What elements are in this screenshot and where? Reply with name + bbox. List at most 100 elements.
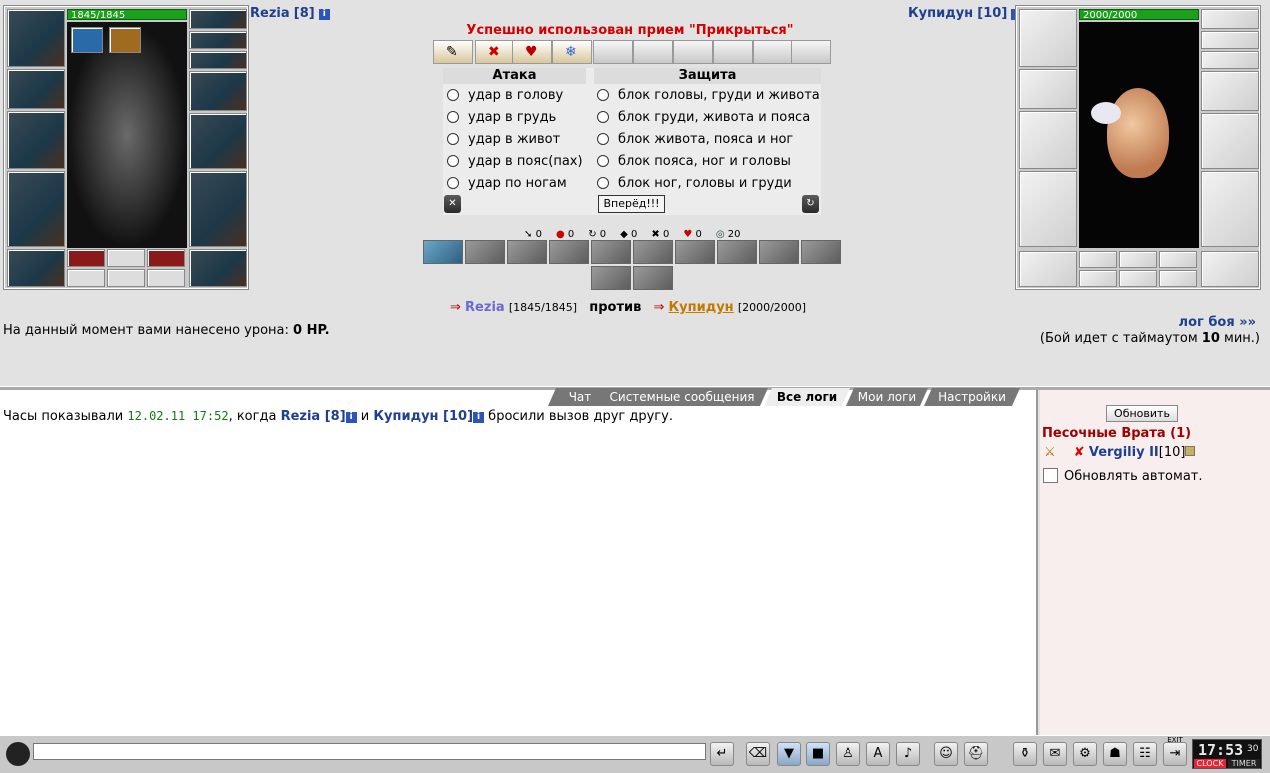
skill-icon[interactable] (633, 240, 673, 264)
potion-slot[interactable] (147, 249, 185, 267)
earring-slot[interactable] (189, 9, 247, 29)
helmet-slot[interactable] (7, 9, 65, 67)
radio-button[interactable] (597, 111, 609, 123)
attack-option[interactable]: удар по ногам (447, 174, 567, 194)
empty-scroll[interactable] (593, 40, 633, 64)
empty-slot[interactable] (67, 269, 105, 287)
info-icon[interactable]: i (473, 412, 485, 423)
user-name[interactable]: Vergiliy II (1089, 445, 1159, 460)
person-icon[interactable]: ♙ (836, 742, 860, 766)
font-icon[interactable]: A (866, 742, 890, 766)
defense-option[interactable]: блок ног, головы и груди (597, 174, 792, 194)
technique-scroll[interactable]: ❄ (552, 40, 592, 64)
gloves-slot[interactable] (1201, 71, 1259, 111)
boots-slot[interactable] (1201, 251, 1259, 287)
rings-slot[interactable] (1201, 51, 1259, 69)
enter-icon[interactable]: ↵ (710, 742, 734, 766)
sound-icon[interactable]: ♪ (896, 742, 920, 766)
info-icon[interactable] (1185, 446, 1196, 456)
rings-slot[interactable] (189, 51, 247, 69)
defense-option[interactable]: блок головы, груди и живота (597, 86, 820, 106)
clan-icon[interactable]: ⚙ (1073, 742, 1097, 766)
weapon-slot[interactable] (7, 111, 65, 169)
helmet-slot[interactable] (1019, 9, 1077, 67)
attack-option[interactable]: удар в голову (447, 86, 563, 106)
refresh-icon[interactable]: ↻ (802, 195, 819, 213)
radio-button[interactable] (447, 177, 459, 189)
radio-button[interactable] (597, 133, 609, 145)
filter-icon[interactable]: ▼ (777, 742, 801, 766)
auto-refresh-checkbox[interactable] (1043, 468, 1058, 483)
sword-icon[interactable]: ⚔ (1044, 445, 1056, 460)
potion-slot[interactable] (67, 249, 105, 267)
auto-refresh-row[interactable]: Обновлять автомат. (1043, 468, 1203, 484)
skill-icon[interactable] (591, 240, 631, 264)
radio-button[interactable] (447, 111, 459, 123)
radio-button[interactable] (597, 155, 609, 167)
empty-slot[interactable] (1159, 251, 1197, 268)
helmet-icon[interactable]: ⛑ (964, 742, 988, 766)
cancel-icon[interactable]: ✕ (444, 195, 461, 213)
armor-slot[interactable] (7, 171, 65, 247)
leggings-slot[interactable] (1201, 171, 1259, 247)
bracers-slot[interactable] (1019, 69, 1077, 109)
opponent-name[interactable]: Купидун (908, 6, 973, 21)
leggings-slot[interactable] (189, 171, 247, 247)
opponent-avatar[interactable] (1079, 22, 1199, 248)
earring-slot[interactable] (1201, 9, 1259, 29)
boots-slot[interactable] (189, 249, 247, 287)
abilities-icon[interactable]: ☗ (1103, 742, 1127, 766)
player-name[interactable]: Rezia (250, 6, 290, 21)
technique-scroll[interactable]: ✖ (475, 40, 515, 64)
gear-icon[interactable] (6, 742, 30, 766)
empty-scroll[interactable] (753, 40, 793, 64)
belt-slot[interactable] (1019, 251, 1077, 287)
buff-icon[interactable] (109, 27, 141, 53)
player-link[interactable]: Rezia (465, 300, 505, 315)
tab-my-logs[interactable]: Мои логи (846, 388, 928, 406)
empty-slot[interactable] (147, 269, 185, 287)
log-player[interactable]: Rezia [8] (281, 409, 346, 424)
radio-button[interactable] (597, 177, 609, 189)
defense-option[interactable]: блок груди, живота и пояса (597, 108, 810, 128)
skill-icon[interactable] (423, 240, 463, 264)
armor-slot[interactable] (1019, 171, 1077, 247)
defense-option[interactable]: блок пояса, ног и головы (597, 152, 791, 172)
amulet-slot[interactable] (189, 31, 247, 49)
exit-icon[interactable]: EXIT ⇥ (1163, 736, 1187, 766)
attack-cross-icon[interactable]: ✘ (1074, 445, 1085, 460)
skill-icon[interactable] (675, 240, 715, 264)
player-avatar[interactable] (67, 22, 187, 248)
radio-button[interactable] (447, 89, 459, 101)
skill-icon[interactable] (717, 240, 757, 264)
bracers-slot[interactable] (7, 69, 65, 109)
skill-icon[interactable] (759, 240, 799, 264)
skill-icon[interactable] (801, 240, 841, 264)
attack-option[interactable]: удар в живот (447, 130, 560, 150)
clock-label[interactable]: CLOCK (1194, 759, 1226, 768)
smiley-icon[interactable]: ☺ (934, 742, 958, 766)
empty-scroll[interactable] (713, 40, 753, 64)
belt-slot[interactable] (7, 249, 65, 287)
empty-slot[interactable] (107, 269, 145, 287)
inventory-icon[interactable]: ⚱ (1013, 742, 1037, 766)
buff-icon[interactable] (71, 27, 103, 53)
skill-icon[interactable] (465, 240, 505, 264)
skill-icon[interactable] (549, 240, 589, 264)
skill-icon[interactable] (633, 266, 673, 290)
empty-scroll[interactable] (791, 40, 831, 64)
shield-slot[interactable] (1201, 113, 1259, 169)
tab-settings[interactable]: Настройки (924, 388, 1020, 406)
empty-slot[interactable] (107, 249, 145, 267)
technique-scroll[interactable]: ✎ (433, 40, 473, 64)
empty-slot[interactable] (1079, 270, 1117, 287)
empty-slot[interactable] (1159, 270, 1197, 287)
save-icon[interactable]: ■ (806, 742, 830, 766)
info-icon[interactable]: i (345, 412, 357, 423)
tab-all-logs[interactable]: Все логи (764, 388, 850, 406)
opponent-name-label[interactable]: Купидун [10] i (908, 6, 1023, 21)
battle-log-link[interactable]: лог боя »» (1179, 315, 1256, 330)
eraser-icon[interactable]: ⌫ (746, 742, 770, 766)
technique-scroll[interactable]: ♥ (512, 40, 552, 64)
log-opponent[interactable]: Купидун [10] (373, 409, 473, 424)
